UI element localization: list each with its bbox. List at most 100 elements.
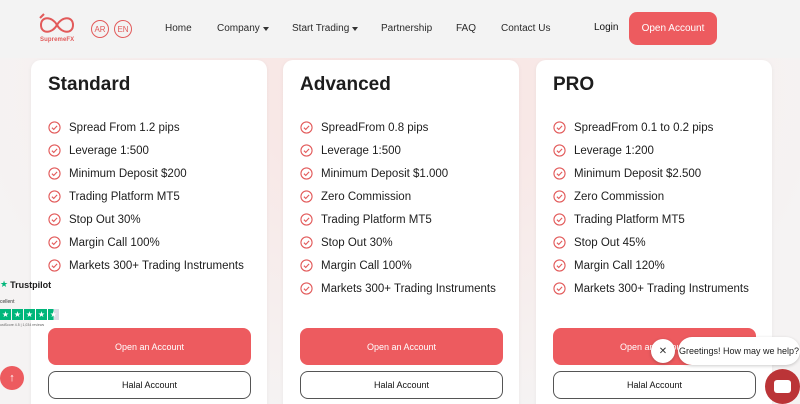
plan-features: SpreadFrom 0.1 to 0.2 pips Leverage 1:20…	[553, 116, 749, 300]
list-item: Stop Out 30%	[48, 208, 244, 231]
feature-label: Stop Out 30%	[321, 236, 393, 249]
trustpilot-star-icon: ★	[0, 279, 9, 289]
check-circle-icon	[300, 190, 313, 203]
nav-faq[interactable]: FAQ	[456, 23, 476, 34]
language-ar-button[interactable]: AR	[91, 20, 109, 38]
trustpilot-header: ★ Trustpilot	[0, 279, 51, 290]
chat-close-button[interactable]: ✕	[651, 339, 675, 363]
list-item: Minimum Deposit $200	[48, 162, 244, 185]
feature-label: Leverage 1:200	[574, 144, 654, 157]
check-circle-icon	[48, 259, 61, 272]
halal-account-button[interactable]: Halal Account	[300, 371, 503, 399]
star-icon: ★	[24, 309, 35, 320]
check-circle-icon	[553, 282, 566, 295]
plan-title: Advanced	[300, 74, 391, 95]
plan-title: PRO	[553, 74, 595, 95]
nav-start-trading[interactable]: Start Trading	[292, 23, 359, 34]
check-circle-icon	[553, 236, 566, 249]
halal-account-button[interactable]: Halal Account	[553, 371, 756, 399]
language-en-button[interactable]: EN	[114, 20, 132, 38]
feature-label: Margin Call 100%	[69, 236, 160, 249]
feature-label: Minimum Deposit $1.000	[321, 167, 449, 180]
list-item: Stop Out 30%	[300, 231, 496, 254]
nav-faq-label: FAQ	[456, 23, 477, 34]
check-circle-icon	[300, 259, 313, 272]
chevron-down-icon	[352, 26, 359, 31]
list-item: SpreadFrom 0.8 pips	[300, 116, 496, 139]
feature-label: Minimum Deposit $200	[69, 167, 187, 180]
list-item: Margin Call 120%	[553, 254, 749, 277]
check-circle-icon	[300, 144, 313, 157]
nav-home[interactable]: Home	[165, 23, 192, 34]
check-circle-icon	[300, 121, 313, 134]
plan-features: Spread From 1.2 pips Leverage 1:500 Mini…	[48, 116, 244, 277]
star-icon: ★	[0, 309, 11, 320]
navbar: SupremeFX AR EN Home Company Start Tradi…	[0, 0, 800, 58]
list-item: Minimum Deposit $2.500	[553, 162, 749, 185]
feature-label: Stop Out 30%	[69, 213, 141, 226]
list-item: Markets 300+ Trading Instruments	[48, 254, 244, 277]
chat-launcher-button[interactable]	[765, 369, 800, 404]
nav-company[interactable]: Company	[217, 23, 269, 34]
list-item: Zero Commission	[300, 185, 496, 208]
feature-label: Spread From 1.2 pips	[69, 121, 180, 134]
feature-label: SpreadFrom 0.8 pips	[321, 121, 429, 134]
list-item: SpreadFrom 0.1 to 0.2 pips	[553, 116, 749, 139]
nav-start-trading-label: Start Trading	[292, 23, 350, 34]
check-circle-icon	[300, 167, 313, 180]
check-circle-icon	[48, 236, 61, 249]
star-half-icon: ★	[48, 309, 59, 320]
check-circle-icon	[48, 121, 61, 134]
check-circle-icon	[48, 190, 61, 203]
check-circle-icon	[48, 167, 61, 180]
halal-account-button[interactable]: Halal Account	[48, 371, 251, 399]
feature-label: Zero Commission	[574, 190, 665, 203]
list-item: Spread From 1.2 pips	[48, 116, 244, 139]
plan-title: Standard	[48, 74, 131, 95]
trustpilot-widget[interactable]: ★ Trustpilot cellent ★ ★ ★ ★ ★ ustScore …	[0, 279, 62, 331]
check-circle-icon	[300, 213, 313, 226]
feature-label: Leverage 1:500	[321, 144, 401, 157]
list-item: Margin Call 100%	[48, 231, 244, 254]
open-account-button[interactable]: Open Account	[629, 12, 717, 45]
check-circle-icon	[553, 190, 566, 203]
arrow-up-icon: ↑	[9, 372, 15, 384]
close-icon: ✕	[658, 345, 668, 357]
nav-partnership[interactable]: Partnership	[381, 23, 432, 34]
feature-label: Stop Out 45%	[574, 236, 646, 249]
brand-name: SupremeFX	[40, 37, 75, 43]
list-item: Markets 300+ Trading Instruments	[553, 277, 749, 300]
check-circle-icon	[300, 236, 313, 249]
logo-icon	[39, 13, 75, 33]
list-item: Leverage 1:500	[48, 139, 244, 162]
check-circle-icon	[553, 259, 566, 272]
feature-label: SpreadFrom 0.1 to 0.2 pips	[574, 121, 714, 134]
list-item: Leverage 1:200	[553, 139, 749, 162]
star-icon: ★	[36, 309, 47, 320]
feature-label: Trading Platform MT5	[574, 213, 685, 226]
nav-partnership-label: Partnership	[381, 23, 433, 34]
list-item: Stop Out 45%	[553, 231, 749, 254]
nav-home-label: Home	[165, 23, 192, 34]
nav-company-label: Company	[217, 23, 260, 34]
feature-label: Trading Platform MT5	[69, 190, 180, 203]
open-an-account-button[interactable]: Open an Account	[48, 328, 251, 365]
feature-label: Markets 300+ Trading Instruments	[574, 282, 749, 295]
nav-contact-us[interactable]: Contact Us	[501, 23, 550, 34]
trustpilot-score: ustScore 4.5 | 1,034 reviews	[0, 323, 45, 327]
scroll-top-button[interactable]: ↑	[0, 366, 24, 390]
feature-label: Markets 300+ Trading Instruments	[69, 259, 244, 272]
feature-label: Leverage 1:500	[69, 144, 149, 157]
trustpilot-rating-word: cellent	[0, 299, 15, 305]
list-item: Leverage 1:500	[300, 139, 496, 162]
check-circle-icon	[300, 282, 313, 295]
chat-greeting-bubble[interactable]: Greetings! How may we help?	[678, 337, 800, 365]
list-item: Minimum Deposit $1.000	[300, 162, 496, 185]
chevron-down-icon	[262, 26, 269, 31]
login-link[interactable]: Login	[594, 22, 618, 33]
open-an-account-button[interactable]: Open an Account	[300, 328, 503, 365]
list-item: Trading Platform MT5	[553, 208, 749, 231]
trustpilot-stars: ★ ★ ★ ★ ★	[0, 309, 59, 320]
feature-label: Margin Call 120%	[574, 259, 665, 272]
list-item: Zero Commission	[553, 185, 749, 208]
